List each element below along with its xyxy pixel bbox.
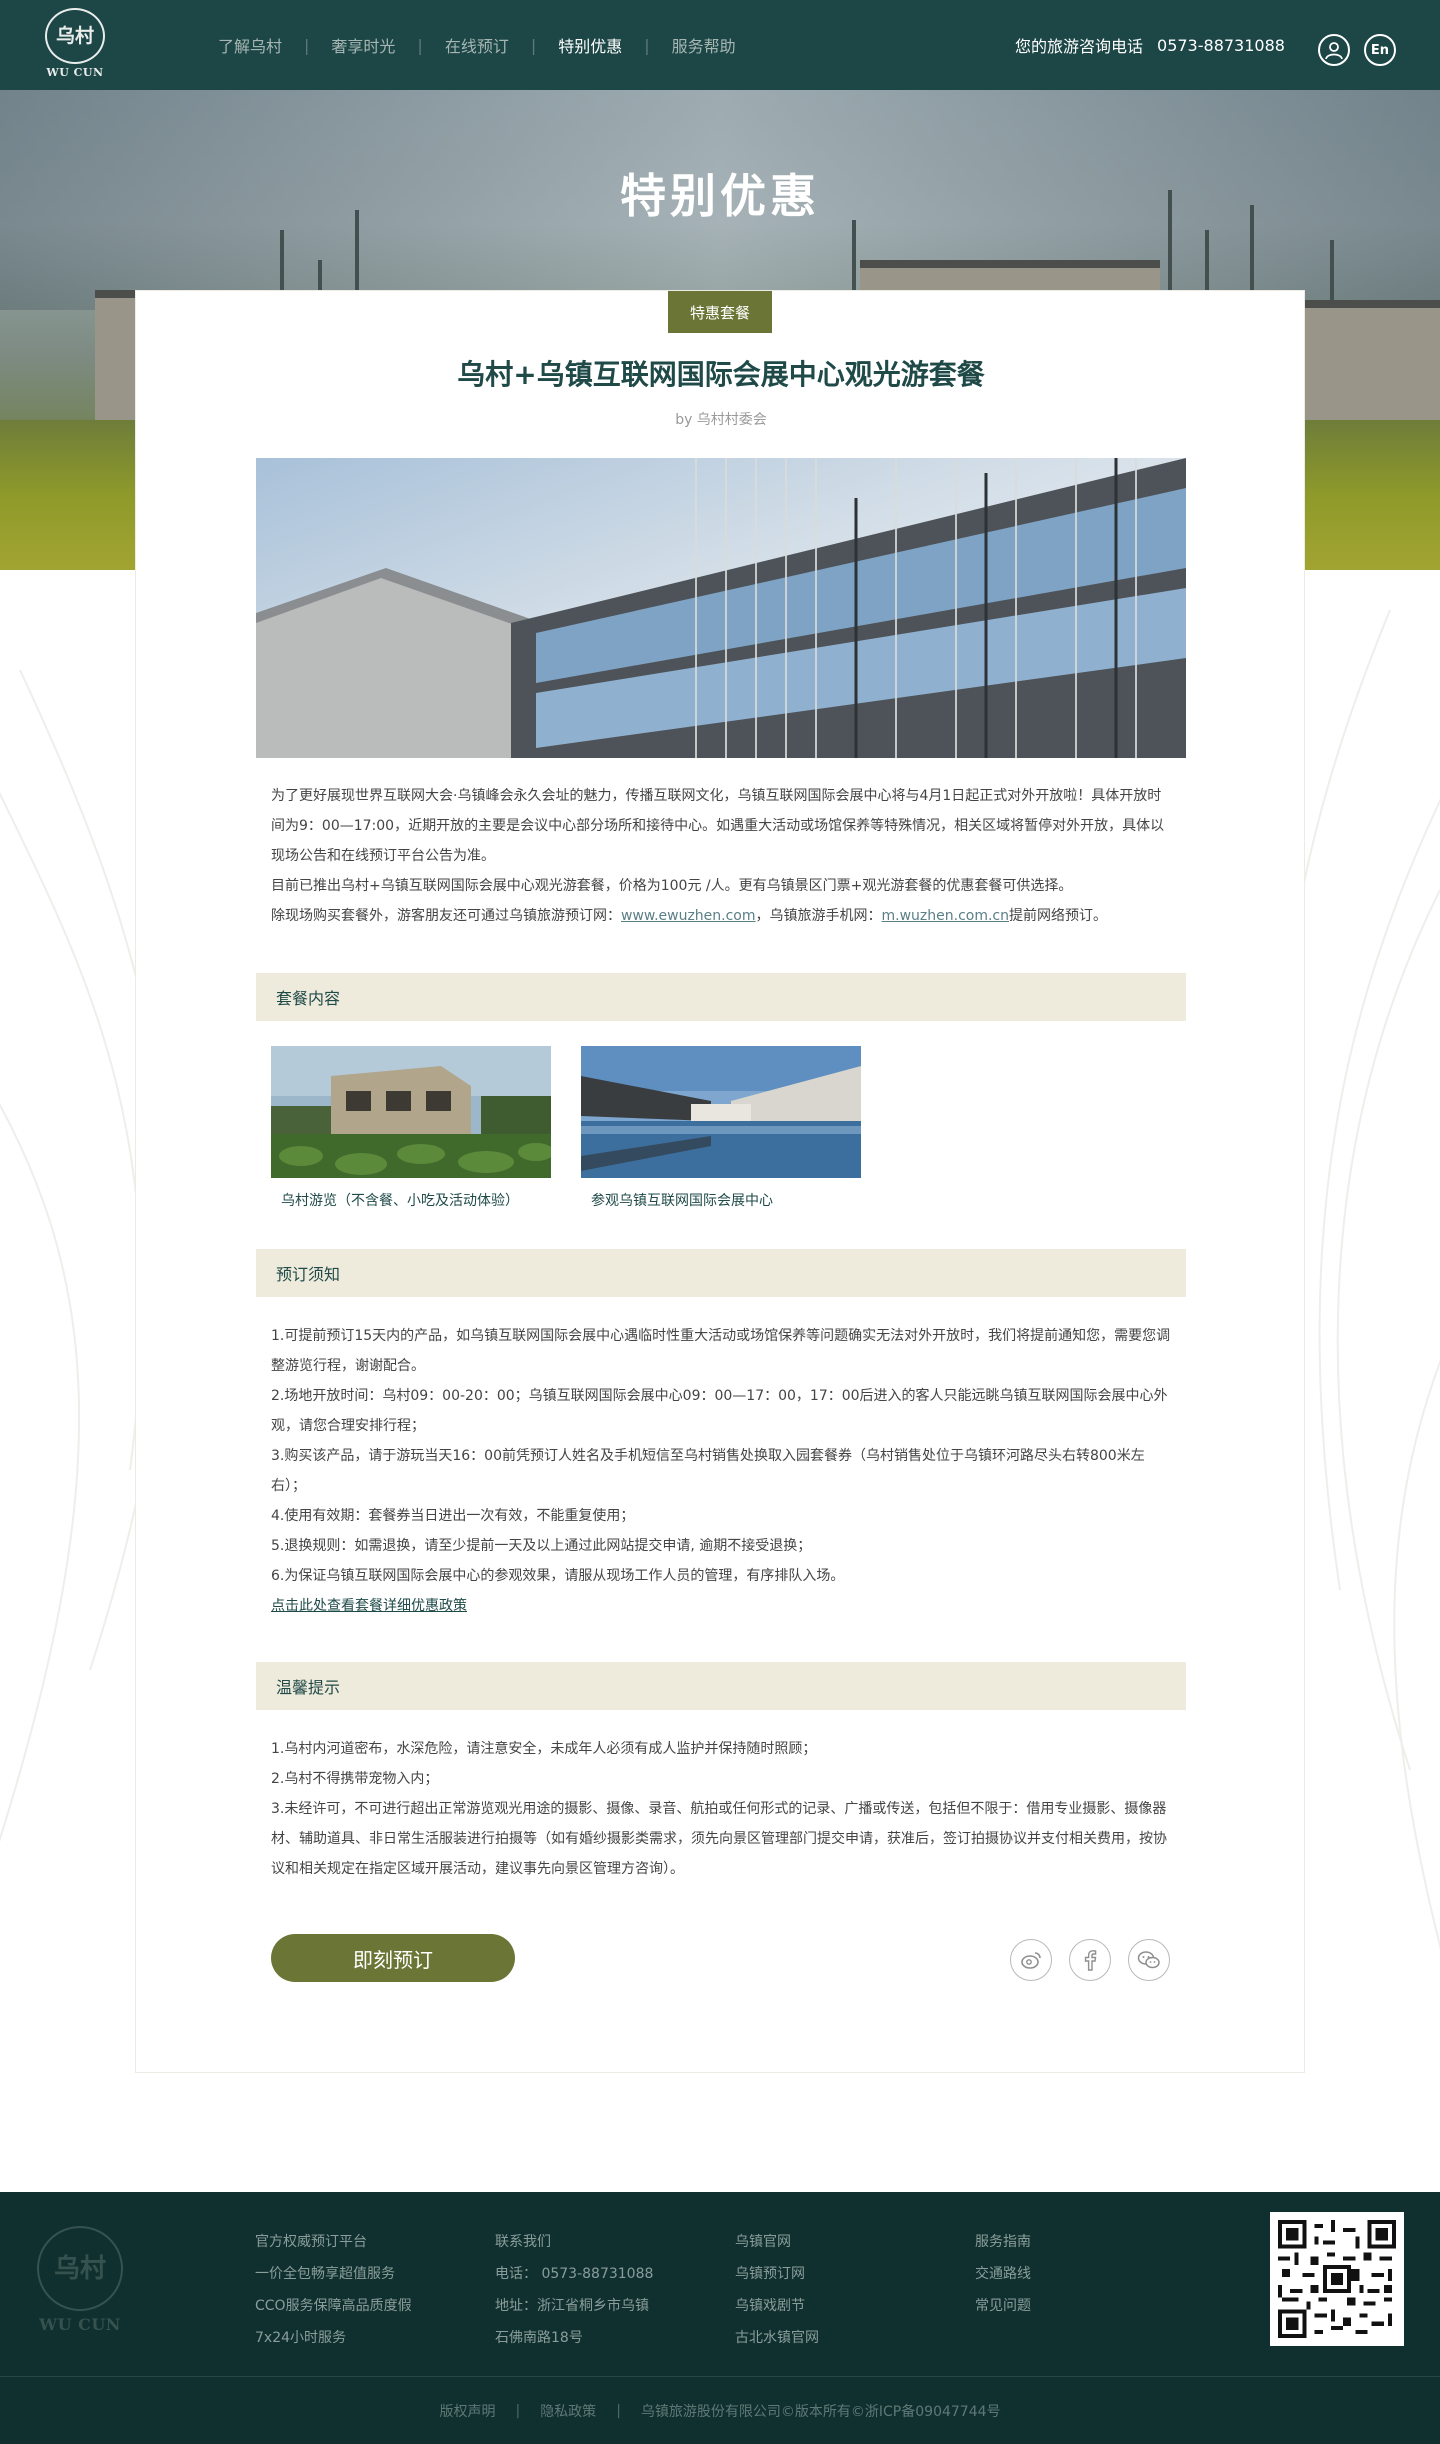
weibo-glyph: [1021, 1952, 1041, 1969]
booking-site-link[interactable]: www.ewuzhen.com: [621, 908, 756, 924]
footer-separator: |: [616, 2402, 621, 2419]
village-illustration: [271, 1046, 551, 1178]
footer-link[interactable]: 服务指南: [975, 2226, 1031, 2258]
hotline-label: 您的旅游咨询电话: [1015, 37, 1144, 56]
package-item-label: 乌村游览（不含餐、小吃及活动体验）: [281, 1193, 519, 1209]
building-illustration: [256, 458, 1186, 758]
user-glyph: [1325, 42, 1343, 60]
footer-item: CCO服务保障高品质度假: [255, 2298, 412, 2314]
page-title: 特别优惠: [620, 169, 820, 223]
footer-item: 电话： 0573-88731088: [495, 2266, 654, 2282]
offer-title: 乌村+乌镇互联网国际会展中心观光游套餐: [457, 358, 985, 391]
book-now-button[interactable]: 即刻预订: [271, 1934, 515, 1982]
footer-link[interactable]: 交通路线: [975, 2258, 1031, 2290]
tip-note: 1.乌村内河道密布，水深危险，请注意安全，未成年人必须有成人监护并保持随时照顾；: [271, 1741, 817, 1757]
nav-item-luxury[interactable]: 奢享时光: [309, 33, 417, 57]
footer-item: 地址：浙江省桐乡市乌镇: [495, 2298, 649, 2314]
hotline-number: 0573-88731088: [1157, 35, 1285, 55]
nav-item-about[interactable]: 了解乌村: [196, 33, 304, 57]
footer-logo-emblem: 乌村: [37, 2226, 123, 2311]
footer-link[interactable]: 乌镇官网: [735, 2226, 819, 2258]
footer-logo[interactable]: 乌村 WU CUN: [36, 2226, 124, 2334]
nav-item-help[interactable]: 服务帮助: [650, 33, 758, 57]
booking-note: 2.场地开放时间：乌村09：00-20：00；乌镇互联网国际会展中心09：00—…: [271, 1388, 1168, 1434]
nav-item-booking[interactable]: 在线预订: [423, 33, 531, 57]
booking-notes-section-header: 预订须知: [256, 1249, 1186, 1297]
category-tag: 特惠套餐: [668, 291, 772, 333]
booking-note: 3.购买该产品，请于游玩当天16：00前凭预订人姓名及手机短信至乌村销售处换取入…: [271, 1448, 1145, 1494]
footer-link[interactable]: 乌镇预订网: [735, 2258, 819, 2290]
tips-notes: 1.乌村内河道密布，水深危险，请注意安全，未成年人必须有成人监护并保持随时照顾；…: [271, 1734, 1171, 1884]
site-footer: 乌村 WU CUN 官方权威预订平台 一价全包畅享超值服务 CCO服务保障高品质…: [0, 2192, 1440, 2444]
user-icon[interactable]: [1318, 34, 1350, 66]
intro-text: 为了更好展现世界互联网大会·乌镇峰会永久会址的魅力，传播互联网文化，乌镇互联网国…: [271, 781, 1171, 931]
intro-text-fragment: ，乌镇旅游手机网：: [755, 908, 882, 924]
footer-link[interactable]: 古北水镇官网: [735, 2322, 819, 2354]
offer-author: by 乌村村委会: [675, 412, 767, 428]
package-item[interactable]: 参观乌镇互联网国际会展中心: [581, 1046, 861, 1210]
logo-emblem: 乌村: [45, 8, 105, 64]
footer-item: 官方权威预订平台: [255, 2234, 367, 2250]
qr-pattern: [1278, 2220, 1396, 2338]
footer-column-services: 官方权威预订平台 一价全包畅享超值服务 CCO服务保障高品质度假 7x24小时服…: [255, 2226, 412, 2354]
main-nav: 了解乌村 | 奢享时光 | 在线预订 | 特别优惠 | 服务帮助: [196, 0, 758, 90]
policy-details-link[interactable]: 点击此处查看套餐详细优惠政策: [271, 1598, 467, 1614]
footer-column-contact: 联系我们 电话： 0573-88731088 地址：浙江省桐乡市乌镇 石佛南路1…: [495, 2226, 653, 2354]
footer-item[interactable]: 联系我们: [495, 2226, 653, 2258]
footer-column-links: 乌镇官网 乌镇预订网 乌镇戏剧节 古北水镇官网: [735, 2226, 819, 2354]
tips-section-header: 温馨提示: [256, 1662, 1186, 1710]
intro-paragraph: 除现场购买套餐外，游客朋友还可通过乌镇旅游预订网：www.ewuzhen.com…: [271, 901, 1171, 931]
footer-link[interactable]: 乌镇戏剧节: [735, 2290, 819, 2322]
tip-note: 3.未经许可，不可进行超出正常游览观光用途的摄影、摄像、录音、航拍或任何形式的记…: [271, 1801, 1167, 1877]
package-item[interactable]: 乌村游览（不含餐、小吃及活动体验）: [271, 1046, 551, 1210]
wechat-icon[interactable]: [1128, 1939, 1170, 1981]
booking-note: 6.为保证乌镇互联网国际会展中心的参观效果，请服从现场工作人员的管理，有序排队入…: [271, 1568, 845, 1584]
footer-item: 一价全包畅享超值服务: [255, 2266, 395, 2282]
wechat-qr-code: [1270, 2212, 1404, 2346]
footer-separator: |: [515, 2402, 521, 2419]
mobile-site-link[interactable]: m.wuzhen.com.cn: [882, 908, 1010, 924]
wechat-glyph: [1137, 1951, 1160, 1969]
footer-logo-text: WU CUN: [39, 2315, 121, 2334]
booking-notes: 1.可提前预订15天内的产品，如乌镇互联网国际会展中心遇临时性重大活动或场馆保养…: [271, 1321, 1171, 1621]
footer-column-help: 服务指南 交通路线 常见问题: [975, 2226, 1031, 2322]
booking-note: 4.使用有效期：套餐券当日进出一次有效，不能重复使用；: [271, 1508, 635, 1524]
weibo-icon[interactable]: [1010, 1939, 1052, 1981]
convention-illustration: [581, 1046, 861, 1178]
wucun-logo[interactable]: 乌村 WU CUN: [44, 8, 106, 82]
intro-paragraph: 为了更好展现世界互联网大会·乌镇峰会永久会址的魅力，传播互联网文化，乌镇互联网国…: [271, 788, 1165, 864]
convention-center-photo: [256, 458, 1186, 758]
nav-item-offers[interactable]: 特别优惠: [536, 33, 644, 57]
intro-text-fragment: 提前网络预订。: [1009, 908, 1108, 924]
intro-paragraph: 目前已推出乌村+乌镇互联网国际会展中心观光游套餐，价格为100元 /人。更有乌镇…: [271, 878, 1073, 894]
logo-text: WU CUN: [46, 66, 104, 79]
package-item-label: 参观乌镇互联网国际会展中心: [591, 1193, 773, 1209]
booking-note: 1.可提前预订15天内的产品，如乌镇互联网国际会展中心遇临时性重大活动或场馆保养…: [271, 1328, 1171, 1374]
facebook-glyph: [1084, 1950, 1097, 1971]
intro-text-fragment: 除现场购买套餐外，游客朋友还可通过乌镇旅游预订网：: [271, 908, 621, 924]
company-copyright: 乌镇旅游股份有限公司©版本所有©浙ICP备09047744号: [640, 2403, 1001, 2420]
convention-center-visit-photo: [581, 1046, 861, 1178]
footer-link[interactable]: 常见问题: [975, 2290, 1031, 2322]
booking-note: 5.退换规则：如需退换，请至少提前一天及以上通过此网站提交申请, 逾期不接受退换…: [271, 1538, 812, 1554]
package-section-header: 套餐内容: [256, 973, 1186, 1021]
language-toggle-button[interactable]: En: [1364, 34, 1396, 66]
footer-item: 7x24小时服务: [255, 2330, 347, 2346]
top-navigation-bar: 乌村 WU CUN 了解乌村 | 奢享时光 | 在线预订 | 特别优惠 | 服务…: [0, 0, 1440, 90]
wucun-tour-photo: [271, 1046, 551, 1178]
facebook-icon[interactable]: [1069, 1939, 1111, 1981]
footer-item: 石佛南路18号: [495, 2330, 583, 2346]
footer-legal: 版权声明 | 隐私政策 | 乌镇旅游股份有限公司©版本所有©浙ICP备09047…: [0, 2377, 1440, 2444]
hotline: 您的旅游咨询电话 0573-88731088: [1015, 0, 1285, 90]
privacy-link[interactable]: 隐私政策: [540, 2401, 596, 2421]
copyright-link[interactable]: 版权声明: [439, 2401, 495, 2421]
offer-detail-card: 特惠套餐 乌村+乌镇互联网国际会展中心观光游套餐 by 乌村村委会 为了更好展现…: [135, 290, 1305, 2073]
tip-note: 2.乌村不得携带宠物入内；: [271, 1771, 439, 1787]
hero-house: [1290, 300, 1440, 420]
